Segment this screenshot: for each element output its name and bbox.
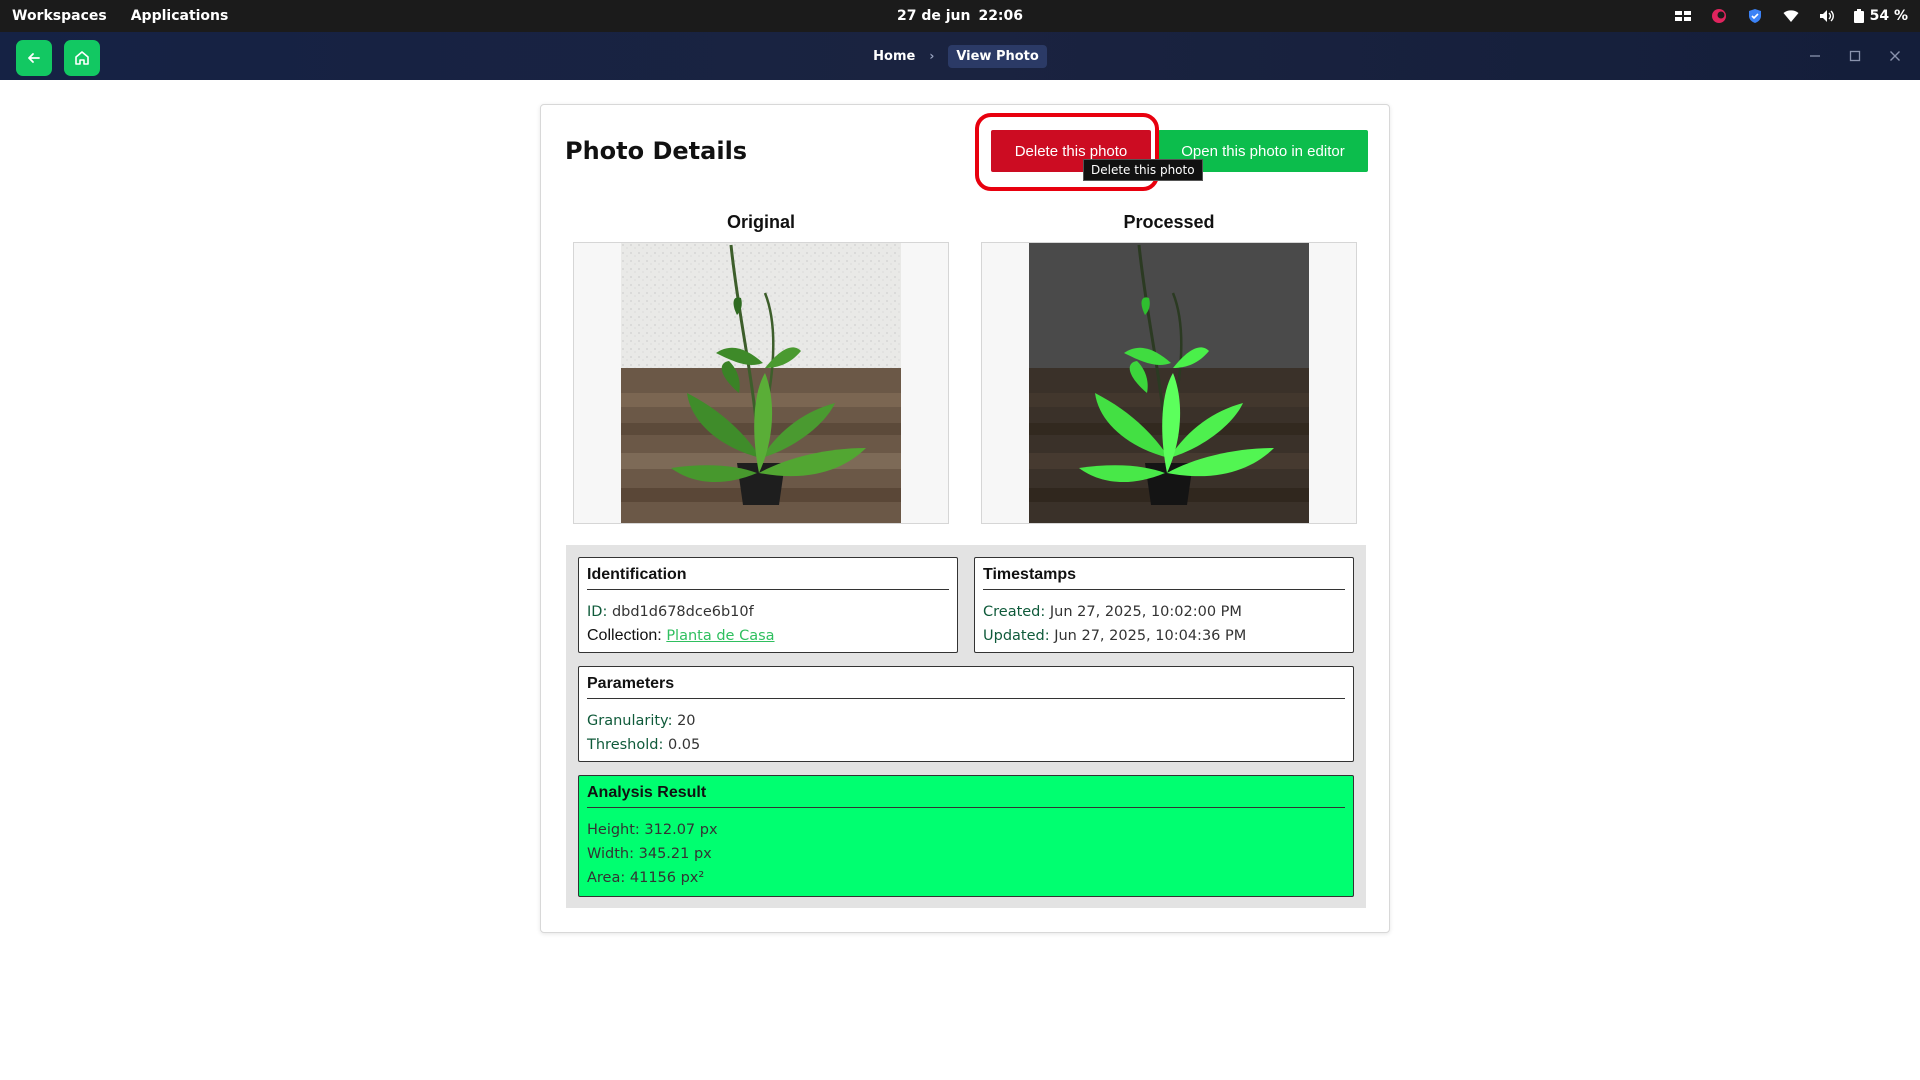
volume-icon[interactable]: [1818, 7, 1836, 25]
collection-row: Collection: Planta de Casa: [587, 624, 949, 648]
delete-tooltip: Delete this photo: [1083, 159, 1203, 181]
granularity-row: Granularity: 20: [587, 709, 1345, 733]
workspaces-menu[interactable]: Workspaces: [12, 8, 107, 24]
timestamps-box: Timestamps Created: Jun 27, 2025, 10:02:…: [974, 557, 1354, 653]
applications-menu[interactable]: Applications: [131, 8, 229, 24]
photo-details-card: Photo Details Delete this photo Open thi…: [540, 104, 1390, 933]
app-header: Home › View Photo: [0, 32, 1920, 80]
collection-label: Collection:: [587, 627, 662, 644]
id-row: ID: dbd1d678dce6b10f: [587, 600, 949, 624]
analysis-height: Height: 312.07 px: [587, 822, 718, 838]
wifi-icon[interactable]: [1782, 7, 1800, 25]
timestamps-title: Timestamps: [983, 566, 1345, 590]
info-panel: Identification ID: dbd1d678dce6b10f Coll…: [566, 545, 1366, 908]
collection-link[interactable]: Planta de Casa: [666, 628, 774, 644]
arrow-left-icon: [28, 53, 40, 63]
updated-row: Updated: Jun 27, 2025, 10:04:36 PM: [983, 624, 1345, 648]
threshold-label: Threshold:: [587, 737, 664, 753]
identification-box: Identification ID: dbd1d678dce6b10f Coll…: [578, 557, 958, 653]
chevron-right-icon: ›: [929, 49, 935, 63]
threshold-value: 0.05: [667, 737, 701, 753]
battery-indicator[interactable]: 54 %: [1853, 8, 1908, 24]
parameters-title: Parameters: [587, 675, 1345, 699]
clock-date: 27 de jun: [896, 8, 971, 24]
analysis-title: Analysis Result: [587, 784, 1345, 808]
granularity-value: 20: [677, 713, 696, 729]
original-label: Original: [726, 212, 795, 232]
original-image-frame: [573, 242, 949, 524]
identification-title: Identification: [587, 566, 949, 590]
original-photo[interactable]: [621, 243, 901, 523]
clock-time: 22:06: [978, 8, 1024, 24]
parameters-box: Parameters Granularity: 20 Threshold: 0.…: [578, 666, 1354, 762]
system-top-bar: Workspaces Applications 27 de jun 22:06 …: [0, 0, 1920, 32]
updated-value: Jun 27, 2025, 10:04:36 PM: [1054, 628, 1247, 644]
shield-icon[interactable]: [1746, 7, 1764, 25]
breadcrumb-home[interactable]: Home: [873, 49, 915, 64]
back-button[interactable]: [16, 40, 52, 76]
created-value: Jun 27, 2025, 10:02:00 PM: [1049, 604, 1242, 620]
maximize-icon[interactable]: [1848, 49, 1862, 63]
analysis-result-box: Analysis Result Height: 312.07 px Width:…: [578, 775, 1354, 897]
id-value: dbd1d678dce6b10f: [611, 604, 754, 620]
app-indicator-icon[interactable]: [1710, 7, 1728, 25]
processed-label: Processed: [1123, 212, 1215, 232]
processed-image-frame: [981, 242, 1357, 524]
close-icon[interactable]: [1888, 49, 1902, 63]
updated-label: Updated:: [983, 628, 1050, 644]
minimize-icon[interactable]: [1808, 49, 1822, 63]
created-label: Created:: [983, 604, 1046, 620]
id-label: ID:: [587, 604, 608, 620]
battery-icon: [1853, 9, 1864, 23]
analysis-area: Area: 41156 px²: [587, 870, 705, 886]
window-controls: [1808, 32, 1902, 80]
analysis-width: Width: 345.21 px: [587, 846, 712, 862]
breadcrumb: Home › View Photo: [0, 32, 1920, 80]
created-row: Created: Jun 27, 2025, 10:02:00 PM: [983, 600, 1345, 624]
home-button[interactable]: [64, 40, 100, 76]
granularity-label: Granularity:: [587, 713, 673, 729]
window-switcher-icon[interactable]: [1674, 7, 1692, 25]
breadcrumb-view-photo[interactable]: View Photo: [948, 44, 1047, 68]
battery-percent: 54 %: [1869, 8, 1908, 24]
threshold-row: Threshold: 0.05: [587, 733, 1345, 757]
processed-photo[interactable]: [1029, 243, 1309, 523]
home-icon: [75, 51, 89, 65]
system-tray: 54 %: [1674, 0, 1908, 32]
clock: 27 de jun 22:06: [0, 0, 1920, 32]
page-title: Photo Details: [565, 137, 748, 165]
